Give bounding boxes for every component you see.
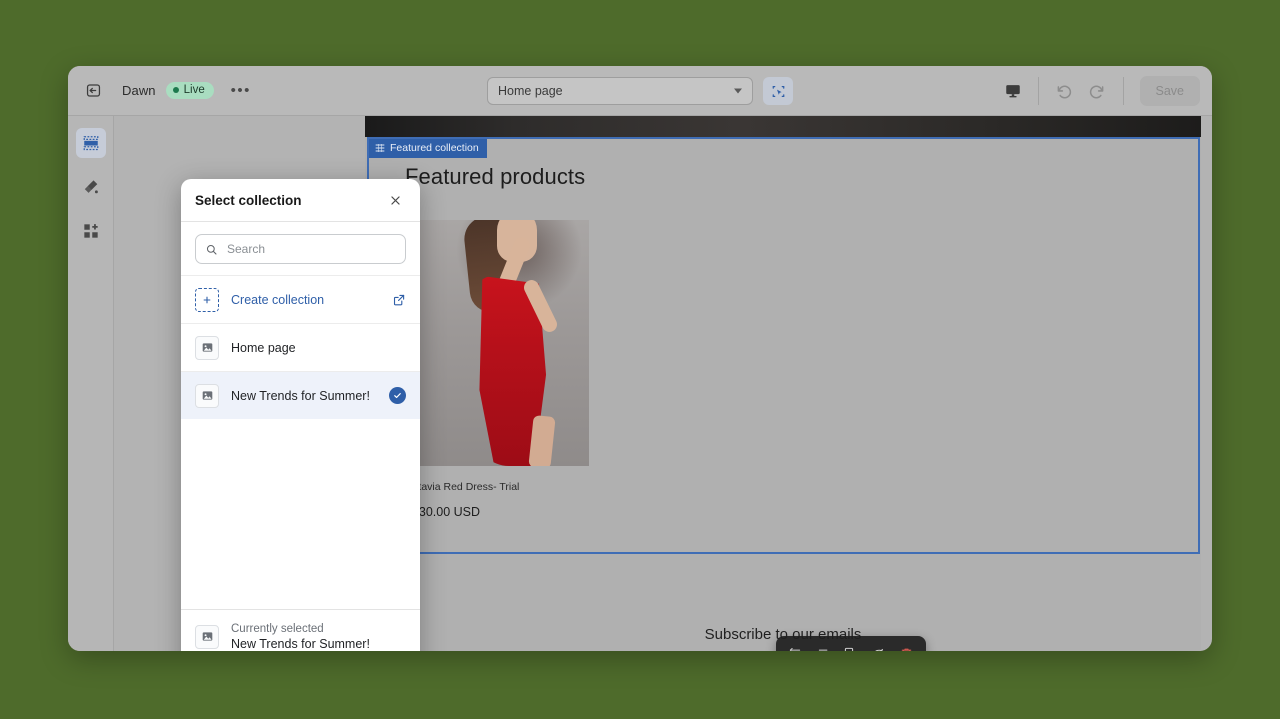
section-tag[interactable]: Featured collection xyxy=(369,139,487,158)
image-placeholder-icon xyxy=(202,391,212,400)
model-leg xyxy=(528,414,556,466)
create-collection-label: Create collection xyxy=(231,292,325,307)
device-preview-button[interactable] xyxy=(996,74,1030,108)
inspector-toggle-button[interactable] xyxy=(763,77,793,105)
product-image xyxy=(405,220,589,466)
close-icon xyxy=(390,195,400,205)
live-status-badge[interactable]: Live xyxy=(165,82,214,99)
search-input[interactable] xyxy=(225,241,396,257)
dotted-square-plus-icon xyxy=(203,296,211,303)
exit-arrow-icon xyxy=(86,84,100,97)
section-grid-icon xyxy=(375,144,385,152)
redo-icon xyxy=(1089,85,1104,98)
current-selection: Currently selected New Trends for Summer… xyxy=(181,610,420,651)
left-rail xyxy=(68,116,114,651)
theme-editor-window: Dawn Live ••• Home page Save Featured co… xyxy=(68,66,1212,651)
search-icon xyxy=(206,244,217,255)
top-bar-right: Save xyxy=(996,66,1213,116)
sidebar-item-sections[interactable] xyxy=(75,128,106,158)
image-placeholder-icon xyxy=(202,343,212,352)
modal-header: Select collection xyxy=(181,179,420,222)
modal-title: Select collection xyxy=(195,192,302,208)
selected-check-badge xyxy=(389,387,406,404)
current-selection-caption: Currently selected xyxy=(231,622,324,635)
apps-icon xyxy=(83,224,98,238)
product-card[interactable]: Octavia Red Dress- Trial $230.00 USD xyxy=(405,220,589,519)
close-button[interactable] xyxy=(384,189,406,211)
check-icon xyxy=(394,393,401,399)
external-link-icon[interactable] xyxy=(392,293,406,307)
chevron-down-icon xyxy=(734,88,742,94)
sections-icon xyxy=(83,136,98,151)
image-placeholder-icon-wrap xyxy=(195,335,219,360)
current-selection-label: New Trends for Summer! xyxy=(231,636,370,651)
more-options-button[interactable]: ••• xyxy=(228,79,254,103)
page-selector[interactable]: Home page xyxy=(487,77,753,105)
section-tag-label: Featured collection xyxy=(390,142,479,154)
inspector-select-icon xyxy=(772,85,784,97)
sidebar-item-apps[interactable] xyxy=(76,216,106,246)
desktop-icon xyxy=(1005,85,1020,98)
toolbar-divider xyxy=(1037,77,1039,105)
hide-icon xyxy=(873,648,884,651)
search-area xyxy=(181,222,420,275)
storefront-preview[interactable]: Featured collection Featured products Oc… xyxy=(365,116,1201,651)
featured-products-heading: Featured products xyxy=(405,164,586,189)
subscribe-heading: Subscribe to our emails xyxy=(704,626,862,643)
select-collection-modal: Select collection Search Create collecti… xyxy=(181,179,420,651)
top-bar: Dawn Live ••• Home page Save xyxy=(68,66,1212,116)
create-collection-row[interactable]: Create collection xyxy=(181,275,420,323)
product-title: Octavia Red Dress- Trial xyxy=(405,481,520,493)
dotted-square-plus-icon-wrap xyxy=(195,287,219,312)
preview-top-bar xyxy=(365,116,1201,137)
undo-icon xyxy=(1057,85,1072,98)
list-item-label: Home page xyxy=(231,340,296,355)
move-down-icon xyxy=(818,649,828,651)
duplicate-icon xyxy=(845,647,856,651)
move-up-icon xyxy=(790,647,801,651)
image-placeholder-icon-wrap xyxy=(195,624,219,649)
sidebar-item-theme-settings[interactable] xyxy=(76,172,106,202)
list-item-label: New Trends for Summer! xyxy=(231,388,370,403)
search-box[interactable] xyxy=(195,234,406,264)
live-dot-icon xyxy=(172,87,179,93)
list-item[interactable]: New Trends for Summer! xyxy=(181,371,420,419)
exit-editor-button[interactable] xyxy=(76,74,110,108)
save-button[interactable]: Save xyxy=(1139,76,1200,106)
redo-button[interactable] xyxy=(1081,74,1115,108)
undo-button[interactable] xyxy=(1047,74,1081,108)
image-placeholder-icon-wrap xyxy=(195,383,219,408)
collection-list: Create collection Home page New Trends f… xyxy=(181,275,420,610)
theme-name: Dawn xyxy=(122,83,156,98)
image-placeholder-icon xyxy=(202,632,212,641)
list-item[interactable]: Home page xyxy=(181,323,420,371)
theme-settings-icon xyxy=(84,180,98,194)
product-price: $230.00 USD xyxy=(405,505,481,519)
toolbar-divider-2 xyxy=(1122,77,1124,105)
page-selector-value: Home page xyxy=(498,84,563,98)
delete-icon xyxy=(901,648,911,651)
live-badge-label: Live xyxy=(183,84,205,96)
current-selection-text: Currently selected New Trends for Summer… xyxy=(231,623,370,651)
